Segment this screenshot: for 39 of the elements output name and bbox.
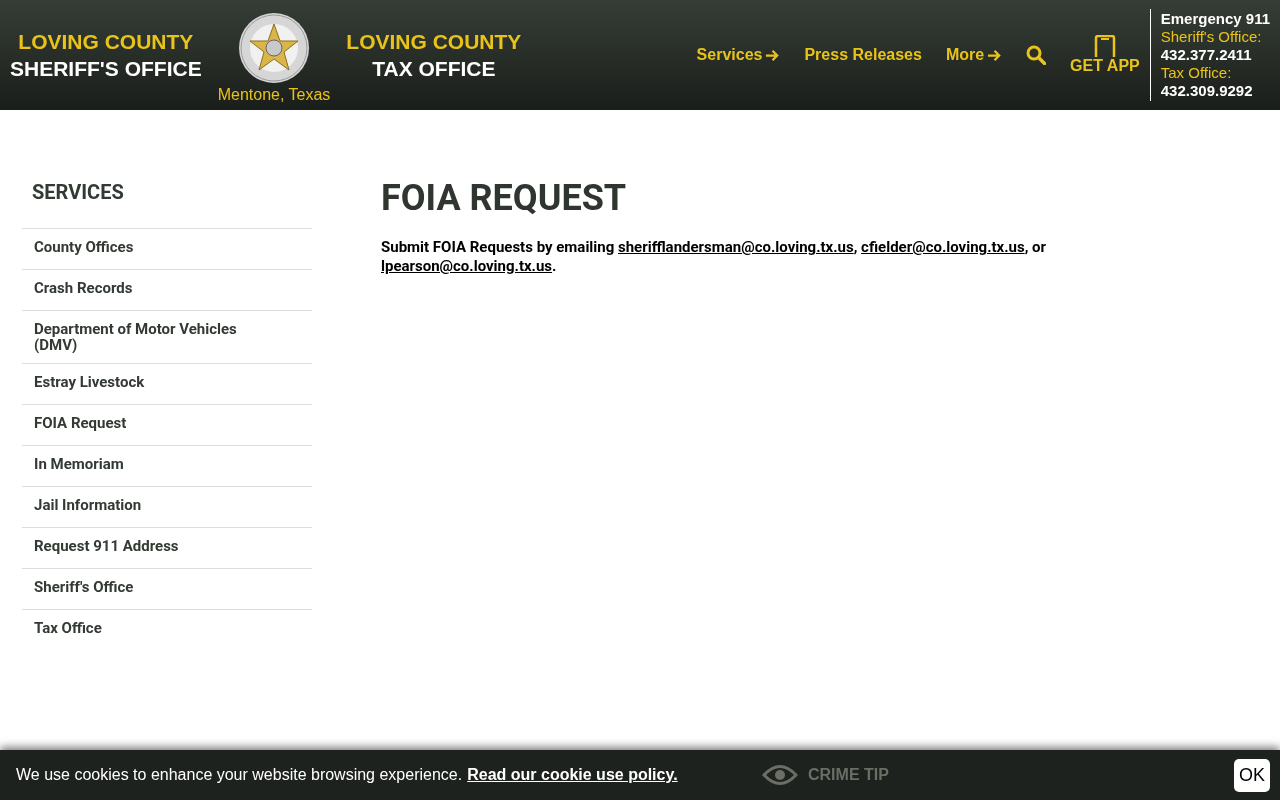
brand-title: LOVING COUNTY (346, 29, 522, 55)
contact-label: Tax Office: (1160, 64, 1233, 82)
sidebar-item[interactable]: Estray Livestock (22, 363, 312, 404)
page-title: FOIA REQUEST (381, 180, 628, 216)
phone-number: 432.377.2411 (1160, 46, 1253, 64)
sidebar-item[interactable]: Crash Records (22, 269, 312, 310)
email-link[interactable]: sherifflandersman@co.loving.tx.us (618, 238, 854, 256)
phone-icon (1092, 35, 1117, 57)
sidebar-title: SERVICES (32, 180, 125, 204)
paragraph: Submit FOIA Requests by emailing sherifflandersman@co.loving.tx.us, cfielder@co.loving.tx.us, or lpearson@co.loving.tx.us. (381, 238, 1048, 276)
sidebar-item[interactable]: In Memoriam (22, 445, 312, 486)
cookie-text: We use cookies to enhance your website browsing experience. (16, 766, 463, 784)
search-icon (1026, 45, 1047, 65)
eye-icon (762, 764, 798, 786)
nav-link[interactable]: More (945, 46, 1003, 64)
brand-title: LOVING COUNTY (18, 29, 194, 55)
brand-subtitle: TAX OFFICE (372, 56, 496, 82)
emergency-title: Emergency 911 (1160, 10, 1270, 28)
contact-label: Sheriff's Office: (1160, 28, 1263, 46)
sidebar-item[interactable]: County Offices (22, 228, 312, 269)
get-app-button[interactable]: GET APP (1070, 35, 1140, 75)
sidebar-item[interactable]: Sheriff's Office (22, 568, 312, 609)
sidebar-item[interactable]: FOIA Request (22, 404, 312, 445)
sheriff-badge-icon (238, 12, 310, 84)
arrow-icon (987, 47, 1003, 63)
sidebar-item[interactable]: Jail Information (22, 486, 312, 527)
email-link[interactable]: lpearson@co.loving.tx.us (381, 257, 553, 275)
arrow-icon (765, 47, 781, 63)
brand-subtitle: SHERIFF'S OFFICE (10, 56, 202, 82)
phone-number: 432.309.9292 (1160, 82, 1254, 100)
search-button[interactable] (1026, 45, 1047, 65)
nav-link[interactable]: Services (696, 46, 781, 64)
sidebar-item[interactable]: Department of Motor Vehicles (DMV) (22, 310, 312, 363)
sidebar-item[interactable]: Tax Office (22, 609, 312, 650)
email-link[interactable]: cfielder@co.loving.tx.us (861, 238, 1025, 256)
nav-link[interactable]: Press Releases (804, 46, 922, 64)
cookie-policy-link[interactable]: Read our cookie use policy. (467, 766, 678, 784)
sidebar-item[interactable]: Request 911 Address (22, 527, 312, 568)
location-text: Mentone, Texas (217, 86, 331, 104)
